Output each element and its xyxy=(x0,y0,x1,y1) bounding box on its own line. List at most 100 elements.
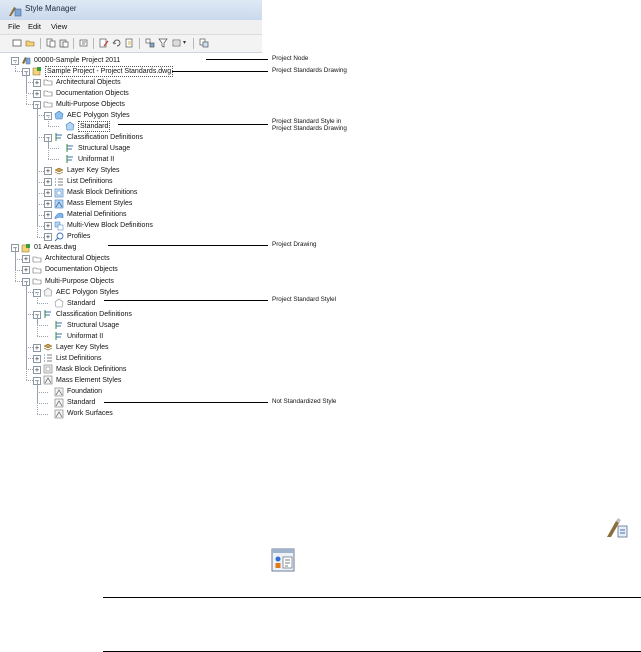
tree-node-label[interactable]: Standard xyxy=(78,120,111,132)
tree-node-label[interactable]: Mass Element Styles xyxy=(56,376,121,385)
project-standards-icon[interactable] xyxy=(199,38,209,48)
toolbar-separator xyxy=(139,38,140,49)
tree-node-label[interactable]: Uniformat II xyxy=(67,332,103,341)
refresh-icon[interactable] xyxy=(112,38,122,48)
tree-node-label[interactable]: 00000-Sample Project 2011 xyxy=(34,56,120,65)
open-folder-icon[interactable] xyxy=(25,38,35,48)
tree-connector xyxy=(37,104,38,237)
expand-icon[interactable]: + xyxy=(44,200,52,209)
tree-connector xyxy=(37,236,44,238)
tree-connector xyxy=(26,71,27,105)
tree-connector xyxy=(15,281,22,282)
tree-node-label[interactable]: Classification Definitions xyxy=(67,133,143,142)
tree-connector xyxy=(37,115,44,117)
tree-node-label[interactable]: Work Surfaces xyxy=(67,409,113,418)
polygon-icon xyxy=(43,287,53,297)
tree-connector xyxy=(37,192,44,194)
tree-node-label[interactable]: Layer Key Styles xyxy=(56,343,109,352)
style-manager-window: Style Manager File Edit View ▾ −00000-Sa… xyxy=(0,0,262,424)
tree-node-label[interactable]: 01 Areas.dwg xyxy=(34,243,76,252)
callout-not-standardized: Not Standardized Style xyxy=(272,398,337,405)
tree-node-label[interactable]: Profiles xyxy=(67,232,90,241)
multi-view-block-icon xyxy=(54,221,64,231)
callout-leader xyxy=(104,402,268,403)
tree-node-label[interactable]: Mask Block Definitions xyxy=(56,365,126,374)
tree-connector xyxy=(37,413,48,415)
tree-connector xyxy=(26,369,33,371)
tree-connector xyxy=(37,303,48,305)
mass-element-icon xyxy=(43,375,53,385)
tree-node-label[interactable]: Layer Key Styles xyxy=(67,166,120,175)
tree-node-label[interactable]: Mass Element Styles xyxy=(67,199,132,208)
drawing-icon xyxy=(32,66,42,76)
tree-node-label[interactable]: List Definitions xyxy=(67,177,113,186)
expand-icon[interactable]: + xyxy=(33,78,41,87)
tree-connector xyxy=(26,380,33,382)
polygon-style-icon xyxy=(54,298,64,308)
expand-icon[interactable]: + xyxy=(22,255,30,264)
chevron-down-icon[interactable]: ▾ xyxy=(183,38,193,48)
paste-icon[interactable] xyxy=(59,38,69,48)
expand-icon[interactable]: + xyxy=(44,178,52,187)
tree-connector xyxy=(37,391,48,393)
expand-icon[interactable]: + xyxy=(44,211,52,220)
menu-file[interactable]: File xyxy=(8,22,20,31)
expand-icon[interactable]: + xyxy=(33,343,41,352)
menu-edit[interactable]: Edit xyxy=(28,22,41,31)
style-tree: −00000-Sample Project 2011− Sample Projec… xyxy=(0,53,262,424)
new-icon[interactable] xyxy=(12,38,22,48)
tree-node-label[interactable]: Documentation Objects xyxy=(56,89,129,98)
tree-node-label[interactable]: Foundation xyxy=(67,387,102,396)
tree-connector xyxy=(26,347,33,349)
edit-style-icon[interactable] xyxy=(99,38,109,48)
expand-icon[interactable]: + xyxy=(33,365,41,374)
tree-node-label[interactable]: AEC Polygon Styles xyxy=(56,288,119,297)
tree-node-label[interactable]: Architectural Objects xyxy=(56,78,121,87)
tree-connector xyxy=(37,203,44,205)
tree-node-label[interactable]: Architectural Objects xyxy=(45,254,110,263)
mass-element-icon xyxy=(54,387,64,397)
tree-node-label[interactable]: Standard xyxy=(67,299,95,308)
tree-node-label[interactable]: Multi-Purpose Objects xyxy=(56,100,125,109)
tree-connector xyxy=(48,148,59,150)
tree-node-label[interactable]: Material Definitions xyxy=(67,210,127,219)
expand-icon[interactable]: + xyxy=(22,266,30,275)
tree-node-label[interactable]: Multi-View Block Definitions xyxy=(67,221,153,230)
tree-node-label[interactable]: Mask Block Definitions xyxy=(67,188,137,197)
tree-node-label[interactable]: Standard xyxy=(67,398,95,407)
tree-node-label[interactable]: List Definitions xyxy=(56,354,102,363)
tree-node-label[interactable]: Uniformat II xyxy=(78,155,114,164)
toggle-view-icon[interactable] xyxy=(145,38,155,48)
tree-connector xyxy=(37,137,44,139)
expand-icon[interactable]: + xyxy=(44,233,52,242)
tree-node-label[interactable]: AEC Polygon Styles xyxy=(67,111,130,120)
expand-icon[interactable]: + xyxy=(44,189,52,198)
copy-icon[interactable] xyxy=(46,38,56,48)
tree-node-label[interactable]: Structural Usage xyxy=(78,144,130,153)
tree-connector xyxy=(37,214,44,216)
folder-icon xyxy=(43,77,53,87)
tree-node-label[interactable]: Classification Definitions xyxy=(56,310,132,319)
tree-connector xyxy=(48,137,49,160)
view-dropdown-icon[interactable] xyxy=(172,38,182,48)
toolbar: ▾ xyxy=(0,35,262,53)
classification-icon xyxy=(43,309,53,319)
filter-icon[interactable] xyxy=(158,38,168,48)
menu-bar: File Edit View xyxy=(0,20,262,35)
expand-icon[interactable]: + xyxy=(33,354,41,363)
tree-connector xyxy=(37,170,44,172)
tree-connector xyxy=(48,159,59,161)
tree-connector xyxy=(37,292,38,304)
purge-icon[interactable] xyxy=(79,38,89,48)
tree-node-label[interactable]: Sample Project - Project Standards.dwg xyxy=(45,65,174,77)
tree-node-label[interactable]: Multi-Purpose Objects xyxy=(45,277,114,286)
expand-icon[interactable]: + xyxy=(44,167,52,175)
set-from-icon[interactable] xyxy=(125,38,135,48)
expand-icon[interactable]: + xyxy=(33,89,41,98)
tree-node-label[interactable]: Documentation Objects xyxy=(45,265,118,274)
expand-icon[interactable]: + xyxy=(44,222,52,231)
menu-view[interactable]: View xyxy=(51,22,67,31)
tree-node-label[interactable]: Structural Usage xyxy=(67,321,119,330)
folder-icon xyxy=(43,88,53,98)
tree-connector xyxy=(37,336,48,338)
